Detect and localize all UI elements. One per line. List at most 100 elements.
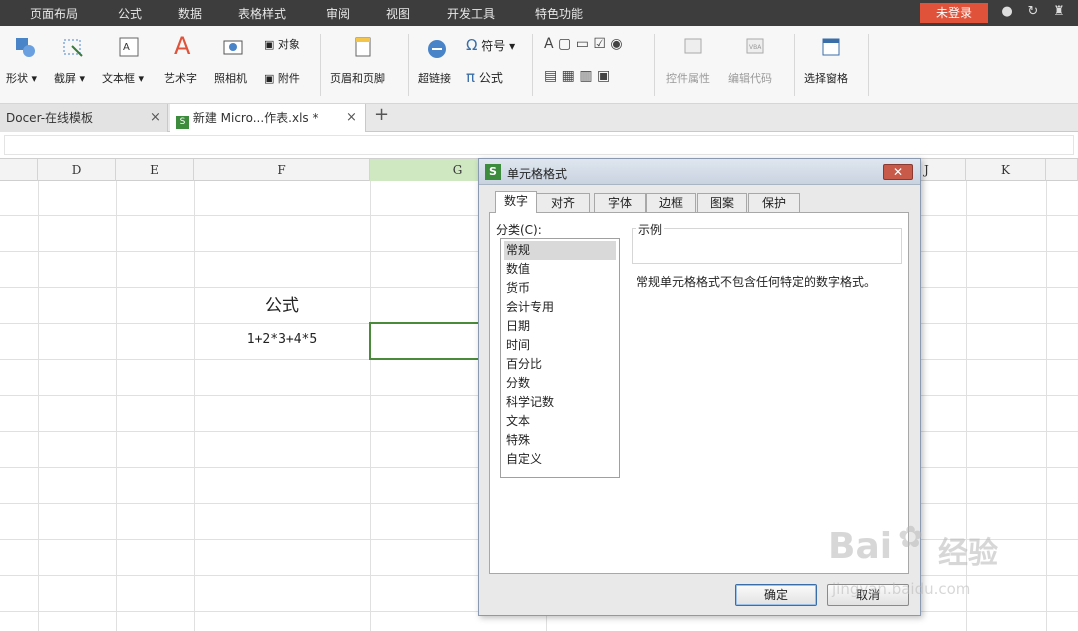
ribbon-separator [532, 34, 533, 96]
pi-icon: π [466, 68, 476, 86]
category-item-date[interactable]: 日期 [504, 317, 616, 336]
category-list[interactable]: 常规 数值 货币 会计专用 日期 时间 百分比 分数 科学记数 文本 特殊 自定… [500, 238, 620, 478]
category-item-currency[interactable]: 货币 [504, 279, 616, 298]
settings-icon[interactable]: ● [1000, 5, 1014, 19]
tab-protection[interactable]: 保护 [748, 193, 800, 213]
symbol-button[interactable]: Ω 符号 ▾ [466, 36, 515, 54]
form-controls-row-1[interactable]: A ▢ ▭ ☑ ◉ [544, 36, 623, 52]
ribbon-separator [868, 34, 869, 96]
column-header-k[interactable]: K [966, 159, 1046, 181]
skin-shirt-icon[interactable]: ♜ [1052, 5, 1066, 19]
textbox-button[interactable]: 文本框 ▾ [102, 70, 144, 86]
camera-button[interactable]: 照相机 [214, 70, 247, 86]
grid-line [38, 181, 39, 631]
category-item-time[interactable]: 时间 [504, 336, 616, 355]
selection-pane-button[interactable]: 选择窗格 [804, 70, 848, 86]
ribbon-separator [794, 34, 795, 96]
refresh-icon[interactable]: ↻ [1026, 5, 1040, 19]
menu-view[interactable]: 视图 [386, 5, 410, 22]
omega-icon: Ω [466, 36, 478, 54]
tab-docer-templates[interactable]: Docer-在线模板 [0, 104, 168, 132]
category-item-custom[interactable]: 自定义 [504, 450, 616, 469]
camera-icon[interactable] [222, 36, 244, 58]
menu-developer-tools[interactable]: 开发工具 [447, 5, 495, 22]
menu-bar: 页面布局 公式 数据 表格样式 审阅 视图 开发工具 特色功能 未登录 ● ↻ … [0, 0, 1078, 26]
login-button[interactable]: 未登录 [920, 3, 988, 23]
grid-line [370, 181, 371, 631]
control-properties-button: 控件属性 [666, 72, 710, 85]
category-item-scientific[interactable]: 科学记数 [504, 393, 616, 412]
menu-page-layout[interactable]: 页面布局 [30, 5, 78, 22]
attachment-button[interactable]: ▣ 附件 [264, 70, 300, 86]
screenshot-button[interactable]: 截屏 ▾ [54, 70, 85, 86]
tab-font[interactable]: 字体 [594, 193, 646, 213]
formula-button[interactable]: π 公式 [466, 68, 503, 86]
wordart-icon[interactable]: A [174, 34, 196, 58]
watermark-brand-suffix: 经验 [938, 536, 998, 571]
hyperlink-icon[interactable] [426, 38, 448, 60]
object-icon: ▣ [264, 38, 275, 51]
textbox-icon[interactable]: A [118, 36, 140, 58]
header-footer-icon[interactable] [352, 36, 374, 58]
tab-label: Docer-在线模板 [6, 111, 94, 125]
hyperlink-button[interactable]: 超链接 [418, 70, 451, 86]
grid-line [116, 181, 117, 631]
form-controls-row-2[interactable]: ▤ ▦ ▥ ▣ [544, 68, 610, 84]
svg-text:A: A [123, 42, 130, 53]
cell-f-expression[interactable]: 1+2*3+4*5 [194, 332, 370, 347]
document-tab-bar: Docer-在线模板 × S 新建 Micro...作表.xls * × + [0, 104, 1078, 132]
cell-f-title[interactable]: 公式 [194, 291, 370, 316]
watermark-url: jingyan.baidu.com [832, 580, 971, 598]
formula-input[interactable] [4, 135, 1074, 155]
category-item-text[interactable]: 文本 [504, 412, 616, 431]
sample-label: 示例 [636, 221, 665, 238]
close-tab-icon[interactable]: × [346, 111, 357, 124]
category-item-fraction[interactable]: 分数 [504, 374, 616, 393]
app-logo-icon: S [485, 164, 501, 180]
column-header-d[interactable]: D [38, 159, 116, 181]
ok-button[interactable]: 确定 [735, 584, 817, 606]
menu-review[interactable]: 审阅 [326, 5, 350, 22]
tab-number[interactable]: 数字 [495, 191, 537, 213]
shape-icon[interactable] [14, 36, 36, 58]
dialog-title: 单元格格式 [507, 167, 568, 181]
category-item-accounting[interactable]: 会计专用 [504, 298, 616, 317]
column-header-l[interactable] [1046, 159, 1078, 181]
add-tab-icon[interactable]: + [374, 106, 389, 124]
menu-data[interactable]: 数据 [178, 5, 202, 22]
ribbon-toolbar: 形状 ▾ 截屏 ▾ A 文本框 ▾ A 艺术字 照相机 ▣ 对象 ▣ 附件 页眉… [0, 26, 1078, 104]
close-dialog-button[interactable]: ✕ [883, 164, 913, 180]
category-item-number[interactable]: 数值 [504, 260, 616, 279]
tab-new-workbook[interactable]: S 新建 Micro...作表.xls * [170, 104, 366, 132]
attachment-icon: ▣ [264, 72, 275, 85]
menu-formula[interactable]: 公式 [118, 5, 142, 22]
column-header-e[interactable]: E [116, 159, 194, 181]
tab-alignment[interactable]: 对齐 [536, 193, 590, 213]
category-item-special[interactable]: 特殊 [504, 431, 616, 450]
ribbon-separator [320, 34, 321, 96]
close-tab-icon[interactable]: × [150, 111, 161, 124]
category-item-percentage[interactable]: 百分比 [504, 355, 616, 374]
screenshot-icon[interactable] [62, 36, 84, 58]
category-label: 分类(C): [496, 223, 542, 237]
category-item-general[interactable]: 常规 [504, 241, 616, 260]
selected-cell-g[interactable] [369, 322, 481, 360]
edit-code-button: 编辑代码 [728, 72, 772, 85]
svg-text:VBA: VBA [749, 44, 762, 51]
object-button[interactable]: ▣ 对象 [264, 36, 300, 52]
tab-pattern[interactable]: 图案 [697, 193, 747, 213]
watermark-brand: Bai [828, 526, 893, 567]
shape-button[interactable]: 形状 ▾ [6, 70, 37, 86]
tab-border[interactable]: 边框 [646, 193, 696, 213]
dialog-title-bar[interactable]: S 单元格格式 ✕ [479, 159, 920, 185]
format-description: 常规单元格格式不包含任何特定的数字格式。 [636, 275, 877, 289]
tab-label: 新建 Micro...作表.xls * [192, 111, 319, 125]
menu-table-style[interactable]: 表格样式 [238, 5, 286, 22]
wordart-button[interactable]: 艺术字 [164, 70, 197, 86]
header-footer-button[interactable]: 页眉和页脚 [330, 70, 385, 86]
selection-pane-icon[interactable] [820, 36, 842, 58]
ribbon-separator [654, 34, 655, 96]
formula-bar [0, 132, 1078, 159]
menu-special-features[interactable]: 特色功能 [535, 5, 583, 22]
column-header-f[interactable]: F [194, 159, 370, 181]
